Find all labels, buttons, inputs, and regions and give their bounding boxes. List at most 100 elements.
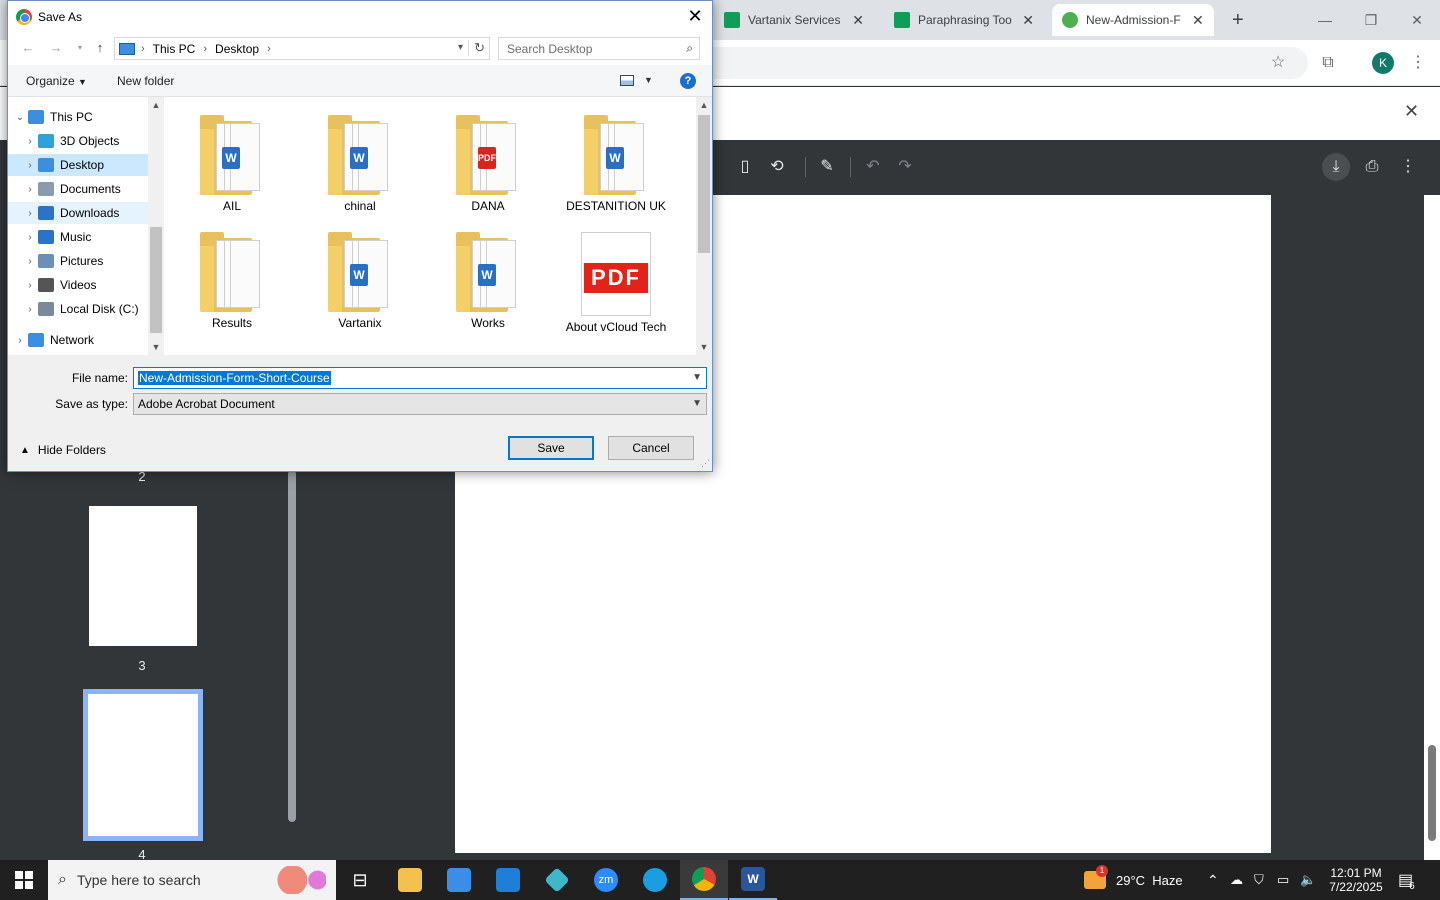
collapse-chevron-icon[interactable]: ›: [22, 160, 38, 171]
file-item[interactable]: W Vartanix: [300, 232, 420, 330]
tab-vartanix-services[interactable]: Vartanix Services S ✕: [714, 4, 874, 36]
network-tray-icon[interactable]: ▭: [1277, 860, 1289, 900]
dialog-titlebar[interactable]: Save As ✕: [8, 1, 712, 32]
scroll-up-icon[interactable]: ▲: [148, 97, 164, 113]
hide-folders-button[interactable]: ▲ Hide Folders: [20, 443, 106, 457]
edge-button[interactable]: [631, 860, 679, 900]
view-options-icon[interactable]: [620, 75, 634, 86]
mail-button[interactable]: [484, 860, 532, 900]
minimize-icon[interactable]: —: [1302, 6, 1348, 34]
file-item[interactable]: W Works: [428, 232, 548, 330]
file-name-input[interactable]: New-Admission-Form-Short-Course ▼: [133, 367, 707, 389]
file-list-scrollbar[interactable]: ▲ ▼: [696, 97, 712, 355]
back-arrow-icon[interactable]: ←: [20, 40, 36, 56]
scrollbar-thumb[interactable]: [150, 227, 162, 333]
nav-item-downloads[interactable]: › Downloads: [8, 202, 148, 224]
close-tab-icon[interactable]: ✕: [1192, 12, 1204, 29]
nav-pane-scrollbar[interactable]: ▲ ▼: [148, 97, 164, 355]
nav-item-music[interactable]: › Music: [8, 226, 148, 248]
annotate-icon[interactable]: ✎: [815, 155, 839, 179]
forward-arrow-icon[interactable]: →: [48, 40, 64, 56]
collapse-chevron-icon[interactable]: ›: [12, 335, 28, 346]
nav-item-local-disk-c[interactable]: › Local Disk (C:): [8, 298, 148, 320]
tab-paraphrasing-tool[interactable]: Paraphrasing Tool ✕: [884, 4, 1044, 36]
page-thumbnail-selected[interactable]: [83, 689, 203, 841]
chevron-down-icon[interactable]: ▼: [644, 75, 653, 85]
scrollbar-thumb[interactable]: [698, 115, 710, 253]
store-button[interactable]: [435, 860, 483, 900]
show-hidden-icons-button[interactable]: ⌃: [1207, 860, 1219, 900]
search-input[interactable]: Search Desktop ⌕: [498, 37, 700, 60]
undo-icon[interactable]: ↶: [861, 155, 885, 179]
chrome-button[interactable]: [680, 860, 728, 900]
menu-kebab-icon[interactable]: ⋮: [1406, 51, 1430, 75]
file-item[interactable]: Wchinal: [300, 115, 420, 213]
collapse-chevron-icon[interactable]: ›: [22, 136, 38, 147]
rotate-icon[interactable]: ⟲: [765, 155, 789, 179]
nav-item-documents[interactable]: › Documents: [8, 178, 148, 200]
file-item[interactable]: W DESTANITION UK: [556, 115, 676, 213]
app-button[interactable]: [533, 860, 581, 900]
scroll-up-icon[interactable]: ▲: [696, 97, 712, 113]
close-icon[interactable]: ✕: [678, 1, 712, 32]
help-icon[interactable]: ?: [680, 73, 696, 89]
file-item[interactable]: PDF About vCloud Tech: [556, 232, 676, 334]
close-tab-icon[interactable]: ✕: [852, 12, 864, 29]
scroll-down-icon[interactable]: ▼: [148, 339, 164, 355]
nav-item-videos[interactable]: › Videos: [8, 274, 148, 296]
fit-page-icon[interactable]: ▯: [733, 155, 757, 179]
organize-button[interactable]: Organize ▼: [26, 74, 87, 88]
zoom-button[interactable]: zm: [582, 860, 630, 900]
word-button[interactable]: W: [729, 860, 777, 900]
collapse-chevron-icon[interactable]: ›: [22, 304, 38, 315]
file-item[interactable]: PDF DANA: [428, 115, 548, 213]
nav-item-network[interactable]: › Network: [8, 329, 148, 351]
nav-item-desktop[interactable]: › Desktop: [8, 154, 148, 176]
close-infobar-icon[interactable]: ✕: [1404, 101, 1419, 122]
volume-icon[interactable]: 🔈: [1300, 860, 1316, 900]
breadcrumb-this-pc[interactable]: This PC: [153, 42, 196, 56]
refresh-icon[interactable]: ↻: [468, 40, 485, 56]
chevron-down-icon[interactable]: ▼: [692, 372, 702, 383]
file-item[interactable]: W AIL: [172, 115, 292, 213]
extensions-icon[interactable]: ⧉: [1316, 51, 1340, 75]
restore-icon[interactable]: ❐: [1348, 6, 1394, 34]
page-thumbnail[interactable]: [89, 506, 197, 646]
main-scrollbar-thumb[interactable]: [1428, 745, 1436, 841]
save-type-select[interactable]: Adobe Acrobat Document ▼: [133, 393, 707, 415]
nav-item-3d-objects[interactable]: › 3D Objects: [8, 130, 148, 152]
close-tab-icon[interactable]: ✕: [1022, 12, 1034, 29]
collapse-chevron-icon[interactable]: ›: [22, 184, 38, 195]
expand-chevron-icon[interactable]: ⌄: [12, 112, 28, 123]
file-item[interactable]: Results: [172, 232, 292, 330]
resize-grip-icon[interactable]: ⋰: [701, 458, 710, 469]
nav-item-pictures[interactable]: › Pictures: [8, 250, 148, 272]
file-explorer-button[interactable]: [386, 860, 434, 900]
weather-widget[interactable]: 1 29°C Haze: [1084, 860, 1183, 900]
nav-item-this-pc[interactable]: ⌄ This PC: [8, 106, 148, 128]
profile-avatar[interactable]: K: [1372, 52, 1394, 74]
security-icon[interactable]: ⛉: [1254, 860, 1264, 900]
sidebar-scrollbar[interactable]: [288, 470, 296, 822]
close-window-icon[interactable]: ✕: [1394, 6, 1440, 34]
save-button[interactable]: Save: [508, 436, 594, 460]
print-icon[interactable]: ⎙: [1360, 155, 1384, 179]
address-bar[interactable]: [700, 47, 1308, 79]
new-tab-button[interactable]: +: [1222, 4, 1250, 36]
collapse-chevron-icon[interactable]: ›: [22, 280, 38, 291]
collapse-chevron-icon[interactable]: ›: [22, 208, 38, 219]
more-options-icon[interactable]: ⋮: [1396, 155, 1420, 179]
onedrive-icon[interactable]: ☁: [1230, 860, 1243, 900]
task-view-button[interactable]: ⊟: [336, 860, 384, 900]
address-breadcrumb[interactable]: › This PC › Desktop › ▾ ↻: [114, 37, 490, 60]
download-icon[interactable]: ⤓: [1322, 153, 1350, 181]
redo-icon[interactable]: ↷: [893, 155, 917, 179]
cancel-button[interactable]: Cancel: [608, 436, 694, 460]
scroll-down-icon[interactable]: ▼: [696, 339, 712, 355]
tab-new-admission[interactable]: New-Admission-F ✕: [1052, 4, 1214, 36]
breadcrumb-desktop[interactable]: Desktop: [215, 42, 259, 56]
notification-center-button[interactable]: ▤ 6: [1398, 860, 1415, 900]
new-folder-button[interactable]: New folder: [117, 74, 174, 88]
taskbar-search[interactable]: ⌕ Type here to search: [48, 860, 336, 900]
recent-locations-chevron-icon[interactable]: ▾: [72, 40, 88, 56]
